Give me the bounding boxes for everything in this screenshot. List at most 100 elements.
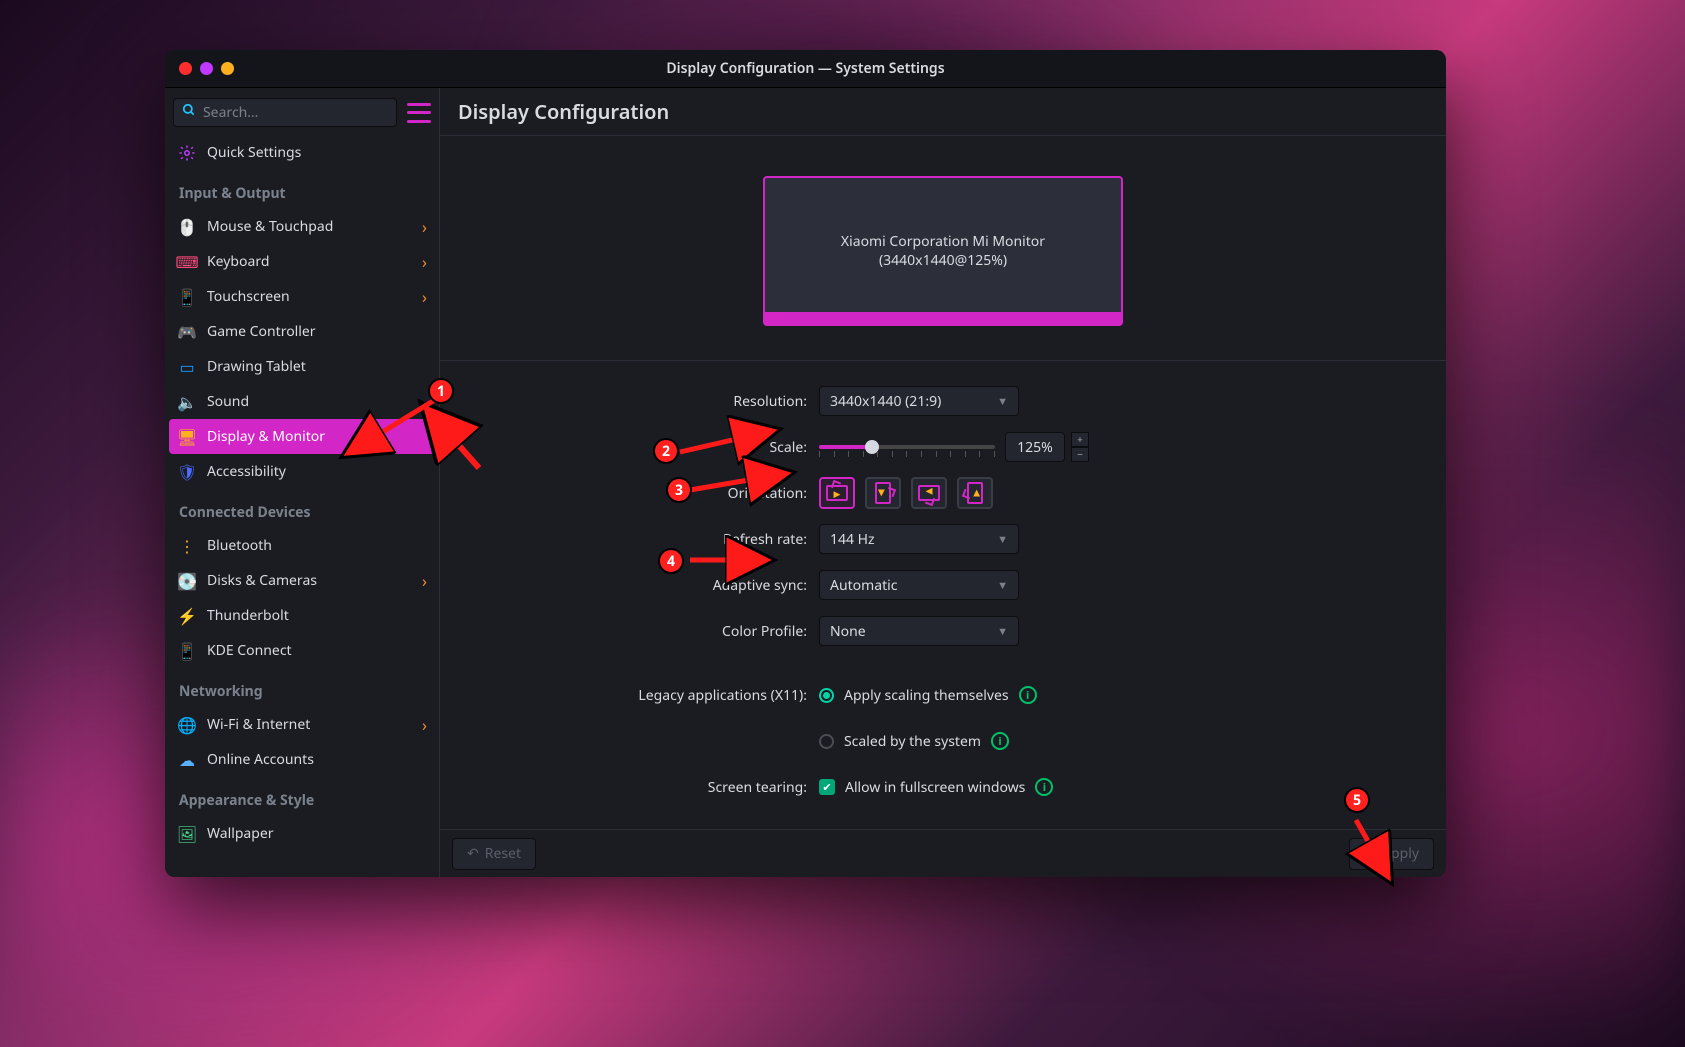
page-title: Display Configuration	[458, 98, 669, 125]
chevron-right-icon: ›	[422, 286, 427, 308]
apply-button[interactable]: ✔ Apply	[1349, 838, 1434, 870]
orientation-right-button[interactable]: ▶	[957, 477, 993, 509]
reset-button[interactable]: ↶ Reset	[452, 838, 536, 870]
check-icon: ✔	[1364, 844, 1376, 863]
speaker-icon: 🔈	[177, 392, 197, 412]
sidebar-item-wallpaper[interactable]: 🖼 Wallpaper	[165, 816, 439, 851]
search-placeholder: Search…	[203, 103, 258, 122]
sidebar-item-label: Keyboard	[207, 252, 269, 271]
refresh-label: Refresh rate:	[464, 530, 819, 549]
caret-down-icon: ▼	[997, 394, 1008, 409]
sidebar-item-label: KDE Connect	[207, 641, 292, 660]
settings-window: Display Configuration — System Settings …	[165, 50, 1446, 877]
search-input[interactable]: Search…	[173, 98, 397, 127]
scale-step-down[interactable]: −	[1071, 447, 1089, 462]
info-icon[interactable]: i	[991, 732, 1009, 750]
sidebar-section-networking: Networking	[165, 668, 439, 707]
sidebar-section-input-output: Input & Output	[165, 170, 439, 209]
refresh-select[interactable]: 144 Hz ▼	[819, 524, 1019, 554]
accessibility-icon: 🛡	[177, 462, 197, 482]
sidebar-item-drawingtablet[interactable]: ▭Drawing Tablet	[165, 349, 439, 384]
tearing-checkbox[interactable]: ✔	[819, 779, 835, 795]
sidebar-item-label: Game Controller	[207, 322, 316, 341]
resolution-value: 3440x1440 (21:9)	[830, 392, 941, 411]
bluetooth-icon: ⋮	[177, 536, 197, 556]
scale-slider[interactable]	[819, 432, 995, 462]
adaptive-value: Automatic	[830, 576, 897, 595]
resolution-label: Resolution:	[464, 392, 819, 411]
sidebar: Search… Quick Settings Input & Output 🖱️…	[165, 88, 440, 877]
content-area: Xiaomi Corporation Mi Monitor (3440x1440…	[440, 136, 1446, 877]
disk-icon: 💽	[177, 571, 197, 591]
mouse-icon: 🖱️	[177, 217, 197, 237]
adaptive-select[interactable]: Automatic ▼	[819, 570, 1019, 600]
touchscreen-icon: 📱	[177, 287, 197, 307]
sidebar-item-thunderbolt[interactable]: ⚡ Thunderbolt	[165, 598, 439, 633]
sidebar-item-online-accounts[interactable]: ☁Online Accounts	[165, 742, 439, 777]
image-icon: 🖼	[177, 824, 197, 844]
legacy-radio-themselves[interactable]	[819, 688, 834, 703]
sidebar-item-label: Wi-Fi & Internet	[207, 715, 310, 734]
chevron-right-icon: ›	[422, 570, 427, 592]
tearing-label: Screen tearing:	[464, 778, 819, 797]
sidebar-item-label: Disks & Cameras	[207, 571, 317, 590]
sidebar-item-accessibility[interactable]: 🛡 Accessibility	[165, 454, 439, 489]
orientation-left-button[interactable]: ▶	[865, 477, 901, 509]
window-minimize-button[interactable]	[200, 62, 213, 75]
color-value: None	[830, 622, 866, 641]
titlebar: Display Configuration — System Settings	[165, 50, 1446, 88]
gamepad-icon: 🎮	[177, 322, 197, 342]
sidebar-item-sound[interactable]: 🔈Sound	[165, 384, 439, 419]
chevron-right-icon: ›	[422, 714, 427, 736]
sidebar-item-label: Display & Monitor	[207, 427, 325, 446]
wifi-icon: 🌐	[177, 715, 197, 735]
sidebar-item-label: Accessibility	[207, 462, 286, 481]
sidebar-item-display-monitor[interactable]: 🖥 Display & Monitor	[169, 419, 435, 454]
legacy-opt2-label: Scaled by the system	[844, 732, 981, 751]
search-icon	[182, 103, 196, 122]
sidebar-item-quick-settings[interactable]: Quick Settings	[165, 135, 439, 170]
window-close-button[interactable]	[179, 62, 192, 75]
window-maximize-button[interactable]	[221, 62, 234, 75]
monitor-icon: 🖥	[177, 427, 197, 447]
window-title: Display Configuration — System Settings	[165, 59, 1446, 78]
sidebar-item-kdeconnect[interactable]: 📱 KDE Connect	[165, 633, 439, 668]
sidebar-item-mouse[interactable]: 🖱️Mouse & Touchpad›	[165, 209, 439, 244]
color-select[interactable]: None ▼	[819, 616, 1019, 646]
legacy-radio-system[interactable]	[819, 734, 834, 749]
monitor-mode: (3440x1440@125%)	[879, 251, 1007, 270]
sidebar-item-keyboard[interactable]: ⌨Keyboard›	[165, 244, 439, 279]
scale-spinbox[interactable]: 125%	[1005, 432, 1065, 462]
scale-label: Scale:	[464, 438, 819, 457]
monitor-preview[interactable]: Xiaomi Corporation Mi Monitor (3440x1440…	[763, 176, 1123, 326]
tablet-icon: ▭	[177, 357, 197, 377]
info-icon[interactable]: i	[1019, 686, 1037, 704]
hamburger-menu-button[interactable]	[407, 103, 431, 123]
sidebar-item-bluetooth[interactable]: ⋮Bluetooth	[165, 528, 439, 563]
sidebar-item-gamecontroller[interactable]: 🎮 Game Controller	[165, 314, 439, 349]
info-icon[interactable]: i	[1035, 778, 1053, 796]
thunderbolt-icon: ⚡	[177, 606, 197, 626]
gear-icon	[177, 143, 197, 163]
sidebar-item-wifi[interactable]: 🌐 Wi-Fi & Internet ›	[165, 707, 439, 742]
orientation-label: Orientation:	[464, 484, 819, 503]
refresh-value: 144 Hz	[830, 530, 875, 549]
sidebar-section-appearance: Appearance & Style	[165, 777, 439, 816]
orientation-inverted-button[interactable]: ▶	[911, 477, 947, 509]
resolution-select[interactable]: 3440x1440 (21:9) ▼	[819, 386, 1019, 416]
sidebar-item-disks[interactable]: 💽 Disks & Cameras ›	[165, 563, 439, 598]
adaptive-label: Adaptive sync:	[464, 576, 819, 595]
apply-label: Apply	[1382, 844, 1419, 863]
caret-down-icon: ▼	[997, 532, 1008, 547]
legacy-label: Legacy applications (X11):	[464, 686, 819, 705]
sidebar-item-label: Thunderbolt	[207, 606, 289, 625]
caret-down-icon: ▼	[997, 578, 1008, 593]
sidebar-item-label: Wallpaper	[207, 824, 274, 843]
scale-step-up[interactable]: +	[1071, 432, 1089, 447]
sidebar-item-label: Online Accounts	[207, 750, 314, 769]
sidebar-item-touchscreen[interactable]: 📱Touchscreen›	[165, 279, 439, 314]
orientation-normal-button[interactable]: ▶	[819, 477, 855, 509]
chevron-right-icon: ›	[422, 216, 427, 238]
sidebar-item-label: Quick Settings	[207, 143, 301, 162]
phone-icon: 📱	[177, 641, 197, 661]
